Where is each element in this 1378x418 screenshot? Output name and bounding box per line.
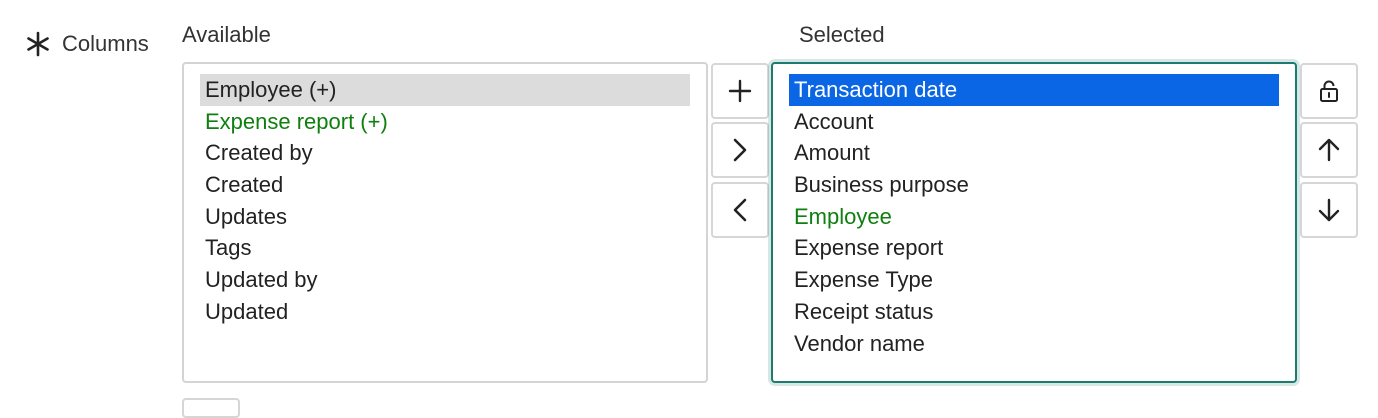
selected-list: Transaction date Account Amount Business pu… bbox=[773, 64, 1295, 359]
selected-option[interactable]: Vendor name bbox=[789, 328, 1279, 360]
available-option[interactable]: Updated bbox=[200, 296, 690, 328]
selected-option[interactable]: Expense report bbox=[789, 232, 1279, 264]
available-header: Available bbox=[182, 22, 271, 47]
available-option[interactable]: Created by bbox=[200, 137, 690, 169]
plus-icon bbox=[728, 79, 752, 103]
available-option[interactable]: Employee (+) bbox=[200, 74, 690, 106]
columns-label: Columns bbox=[62, 31, 149, 56]
arrow-up-icon bbox=[1318, 138, 1340, 162]
selected-option[interactable]: Expense Type bbox=[789, 264, 1279, 296]
selected-option[interactable]: Employee bbox=[789, 201, 1279, 233]
chevron-left-icon bbox=[733, 198, 747, 222]
asterisk-icon bbox=[27, 31, 49, 57]
lock-icon bbox=[1320, 80, 1338, 102]
chevron-right-icon bbox=[733, 138, 747, 162]
selected-option[interactable]: Receipt status bbox=[789, 296, 1279, 328]
available-option[interactable]: Expense report (+) bbox=[200, 106, 690, 138]
add-column-button[interactable] bbox=[182, 398, 240, 418]
arrow-down-icon bbox=[1318, 198, 1340, 222]
selected-option[interactable]: Amount bbox=[789, 137, 1279, 169]
lock-button[interactable] bbox=[1300, 63, 1358, 119]
move-down-button[interactable] bbox=[1300, 182, 1358, 238]
add-button[interactable] bbox=[711, 63, 769, 119]
selected-option[interactable]: Transaction date bbox=[789, 74, 1279, 106]
selected-option[interactable]: Account bbox=[789, 106, 1279, 138]
available-list: Employee (+) Expense report (+) Created by… bbox=[184, 64, 706, 328]
available-listbox[interactable]: Employee (+) Expense report (+) Created by… bbox=[182, 62, 708, 383]
available-option[interactable]: Updated by bbox=[200, 264, 690, 296]
selected-listbox[interactable]: Transaction date Account Amount Business pu… bbox=[771, 62, 1297, 383]
selected-header: Selected bbox=[799, 22, 885, 47]
selected-option[interactable]: Business purpose bbox=[789, 169, 1279, 201]
move-left-button[interactable] bbox=[711, 182, 769, 238]
available-option[interactable]: Tags bbox=[200, 232, 690, 264]
available-option[interactable]: Created bbox=[200, 169, 690, 201]
available-option[interactable]: Updates bbox=[200, 201, 690, 233]
move-up-button[interactable] bbox=[1300, 122, 1358, 178]
columns-field-label: Columns bbox=[24, 30, 149, 58]
move-right-button[interactable] bbox=[711, 122, 769, 178]
